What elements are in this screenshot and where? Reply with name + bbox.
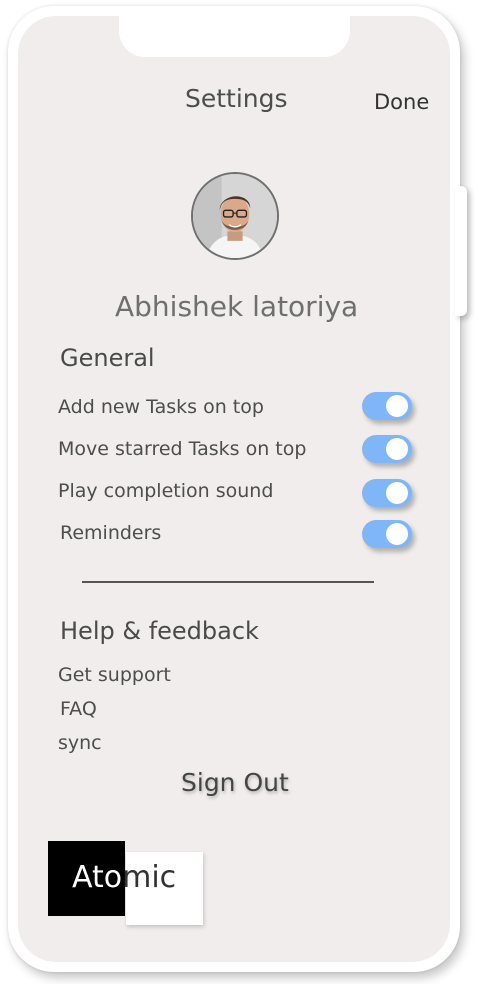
move-starred-tasks-toggle[interactable]	[362, 435, 412, 463]
toggle-knob	[386, 438, 408, 460]
phone-notch	[119, 16, 350, 57]
help-feedback-heading: Help & feedback	[60, 617, 259, 645]
general-heading: General	[60, 344, 155, 372]
toggle-knob	[386, 523, 408, 545]
section-divider	[82, 581, 374, 583]
user-avatar-photo-icon	[193, 174, 277, 258]
option-move-starred-label: Move starred Tasks on top	[58, 438, 307, 460]
user-name: Abhishek latoriya	[115, 290, 359, 323]
page-title: Settings	[185, 84, 288, 113]
toggle-knob	[386, 482, 408, 504]
settings-screen: Settings Done Abhishek latoriya General …	[18, 16, 450, 962]
add-new-tasks-toggle[interactable]	[362, 392, 412, 420]
completion-sound-toggle[interactable]	[362, 479, 412, 507]
logo-text-part2: mic	[122, 860, 177, 895]
get-support-link[interactable]: Get support	[58, 664, 171, 686]
sign-out-button[interactable]: Sign Out	[181, 768, 289, 797]
atomic-logo: Atomic	[72, 860, 176, 895]
option-reminders-label: Reminders	[60, 522, 162, 544]
reminders-toggle[interactable]	[362, 520, 412, 548]
option-completion-sound-label: Play completion sound	[58, 480, 274, 502]
avatar[interactable]	[191, 172, 279, 260]
done-button[interactable]: Done	[374, 90, 429, 114]
faq-link[interactable]: FAQ	[60, 698, 97, 720]
phone-side-button	[455, 186, 467, 316]
option-add-new-tasks-label: Add new Tasks on top	[58, 396, 264, 418]
logo-text-part1: Ato	[72, 860, 123, 895]
toggle-knob	[386, 395, 408, 417]
sync-link[interactable]: sync	[58, 732, 102, 754]
